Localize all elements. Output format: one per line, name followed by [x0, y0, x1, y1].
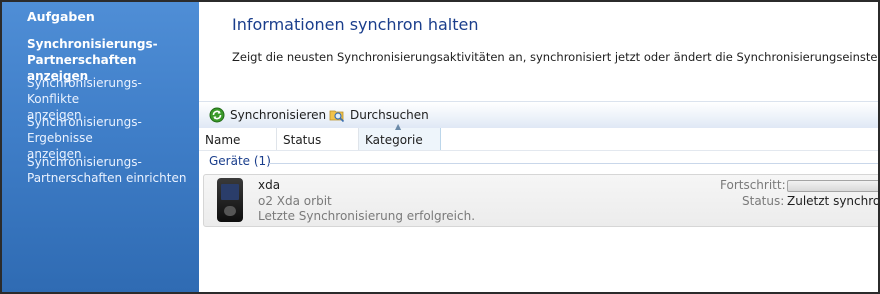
task-label-line1: Synchronisierungs- Konflikte: [27, 76, 142, 106]
device-name: xda: [258, 178, 281, 192]
sync-progress-bar: [787, 180, 878, 192]
folder-search-icon: [329, 107, 345, 123]
column-header-name[interactable]: Name: [199, 128, 277, 150]
group-divider: [269, 163, 878, 164]
browse-label: Durchsuchen: [350, 108, 429, 122]
column-header-category[interactable]: ▲ Kategorie: [359, 123, 441, 150]
device-item[interactable]: xda o2 Xda orbit Letzte Synchronisierung…: [203, 174, 878, 227]
task-label-line1: Synchronisierungs-: [27, 37, 158, 51]
browse-button[interactable]: Durchsuchen: [329, 105, 429, 125]
group-header-devices[interactable]: Geräte (1): [209, 154, 271, 168]
task-label-line1: Synchronisierungs- Ergebnisse: [27, 115, 142, 145]
page-title: Informationen synchron halten: [232, 15, 479, 34]
device-model: o2 Xda orbit: [258, 194, 332, 208]
task-label-line2: Partnerschaften einrichten: [27, 171, 187, 185]
sort-ascending-icon: ▲: [395, 122, 402, 131]
toolbar: Synchronisieren Durchsuchen: [199, 101, 878, 128]
progress-label: Fortschritt:: [720, 178, 786, 192]
task-pane-heading: Aufgaben: [27, 9, 95, 24]
page-description: Zeigt die neusten Synchronisierungsaktiv…: [232, 50, 878, 64]
sync-icon: [209, 107, 225, 123]
task-setup-sync-partnerships[interactable]: Synchronisierungs- Partnerschaften einri…: [27, 154, 197, 186]
task-pane: Aufgaben Synchronisierungs- Partnerschaf…: [2, 2, 199, 292]
column-header-category-label: Kategorie: [365, 133, 423, 147]
mobile-phone-icon: [217, 178, 243, 222]
column-header-status[interactable]: Status: [277, 128, 359, 150]
window: Aufgaben Synchronisierungs- Partnerschaf…: [2, 2, 878, 292]
synchronize-button[interactable]: Synchronisieren: [209, 105, 326, 125]
column-header-row: Name Status ▲ Kategorie: [199, 123, 878, 151]
status-label: Status:: [742, 194, 785, 208]
status-value: Zuletzt synchroni: [787, 194, 878, 208]
group-label: Geräte (1): [209, 154, 271, 168]
device-last-sync: Letzte Synchronisierung erfolgreich.: [258, 209, 476, 223]
main-content: Informationen synchron halten Zeigt die …: [199, 2, 878, 292]
synchronize-label: Synchronisieren: [230, 108, 327, 122]
task-label-line1: Synchronisierungs-: [27, 155, 142, 169]
